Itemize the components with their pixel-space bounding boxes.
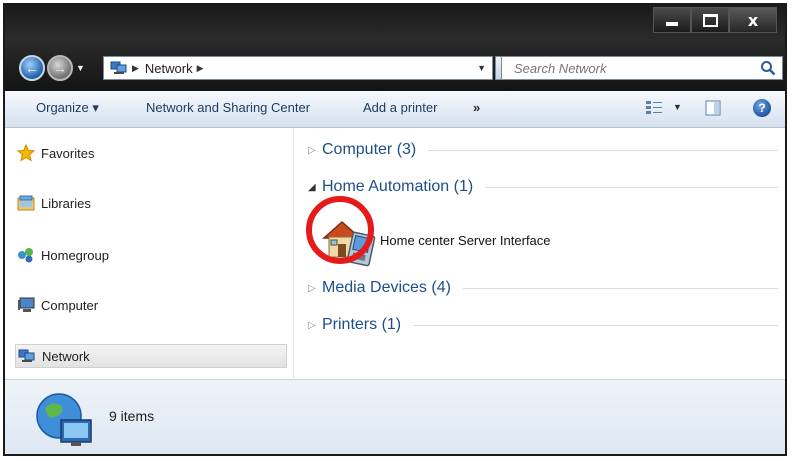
- command-bar: Organize ▾ Network and Sharing Center Ad…: [5, 91, 785, 128]
- maximize-icon: [702, 13, 718, 27]
- search-box[interactable]: [501, 56, 783, 80]
- group-header-home-automation[interactable]: ◢ Home Automation (1): [308, 178, 778, 196]
- title-bar: x ← → ▼ ▶ Network ▶ ▼ ⇄: [5, 5, 785, 91]
- expand-arrow-icon[interactable]: ▷: [308, 145, 316, 156]
- sidebar-item-homegroup[interactable]: Homegroup: [17, 243, 109, 267]
- preview-pane-icon[interactable]: [705, 100, 721, 116]
- sidebar-item-network[interactable]: Network: [15, 344, 287, 368]
- network-sharing-center-button[interactable]: Network and Sharing Center: [146, 100, 310, 115]
- group-divider: [462, 287, 778, 289]
- breadcrumb-separator-icon[interactable]: ▶: [132, 63, 139, 74]
- group-divider: [485, 186, 778, 188]
- close-icon: x: [747, 10, 759, 30]
- search-icon[interactable]: [760, 60, 776, 76]
- group-label: Printers (1): [322, 316, 402, 333]
- sidebar-item-computer[interactable]: Computer: [17, 293, 98, 317]
- sidebar-item-favorites[interactable]: Favorites: [17, 141, 94, 165]
- search-input[interactable]: [512, 57, 756, 79]
- explorer-window: x ← → ▼ ▶ Network ▶ ▼ ⇄: [3, 3, 787, 456]
- network-icon: [110, 61, 127, 74]
- sidebar-item-label: Libraries: [41, 195, 91, 211]
- expand-arrow-icon[interactable]: ▷: [308, 283, 316, 294]
- recent-pages-dropdown-icon[interactable]: ▼: [76, 63, 85, 73]
- address-bar[interactable]: ▶ Network ▶ ▼: [103, 56, 493, 80]
- computer-icon: [18, 297, 35, 312]
- back-button[interactable]: ←: [19, 55, 45, 81]
- minimize-icon: [666, 22, 678, 26]
- group-label: Media Devices (4): [322, 279, 451, 296]
- group-label: Computer (3): [322, 141, 417, 158]
- sidebar-item-libraries[interactable]: Libraries: [17, 191, 91, 215]
- window-controls: x: [653, 7, 777, 33]
- group-divider: [413, 324, 778, 326]
- library-icon: [17, 195, 35, 211]
- forward-arrow-icon: →: [53, 60, 67, 76]
- sidebar-item-label: Network: [42, 348, 90, 364]
- more-commands-button[interactable]: »: [473, 100, 480, 115]
- view-options-dropdown-icon[interactable]: ▼: [673, 102, 682, 112]
- homegroup-icon: [18, 248, 33, 263]
- content-pane: ▷ Computer (3) ◢ Home Automation (1) Hom…: [294, 128, 785, 378]
- collapse-arrow-icon[interactable]: ◢: [308, 182, 316, 193]
- group-header-computer[interactable]: ▷ Computer (3): [308, 141, 778, 159]
- status-bar: 9 items: [5, 379, 785, 454]
- sidebar-item-label: Homegroup: [41, 247, 109, 263]
- change-view-icon[interactable]: [645, 100, 663, 116]
- star-icon: [17, 144, 35, 162]
- group-header-printers[interactable]: ▷ Printers (1): [308, 316, 778, 334]
- add-printer-button[interactable]: Add a printer: [363, 100, 437, 115]
- breadcrumb-network[interactable]: Network: [145, 61, 193, 76]
- group-label: Home Automation (1): [322, 178, 474, 195]
- forward-button[interactable]: →: [47, 55, 73, 81]
- organize-button[interactable]: Organize ▾: [36, 100, 99, 116]
- expand-arrow-icon[interactable]: ▷: [308, 320, 316, 331]
- address-dropdown-icon[interactable]: ▼: [477, 63, 486, 73]
- navigation-pane: Favorites Libraries Homegroup Computer N…: [5, 128, 294, 378]
- item-label: Home center Server Interface: [380, 232, 551, 248]
- group-header-media-devices[interactable]: ▷ Media Devices (4): [308, 279, 778, 297]
- item-count: 9 items: [109, 408, 155, 424]
- sidebar-item-label: Favorites: [41, 145, 95, 161]
- minimize-button[interactable]: [653, 7, 691, 33]
- breadcrumb-separator-icon[interactable]: ▶: [197, 63, 204, 74]
- group-divider: [428, 149, 778, 151]
- close-button[interactable]: x: [729, 7, 777, 33]
- sidebar-item-label: Computer: [41, 297, 99, 313]
- help-button[interactable]: ?: [753, 99, 771, 117]
- network-globe-icon: [36, 393, 92, 446]
- network-icon: [18, 349, 35, 362]
- maximize-button[interactable]: [691, 7, 729, 33]
- highlight-circle: [306, 196, 374, 264]
- navigation-row: ← → ▼ ▶ Network ▶ ▼ ⇄: [5, 49, 785, 83]
- help-icon: ?: [758, 101, 766, 115]
- back-arrow-icon: ←: [25, 60, 39, 76]
